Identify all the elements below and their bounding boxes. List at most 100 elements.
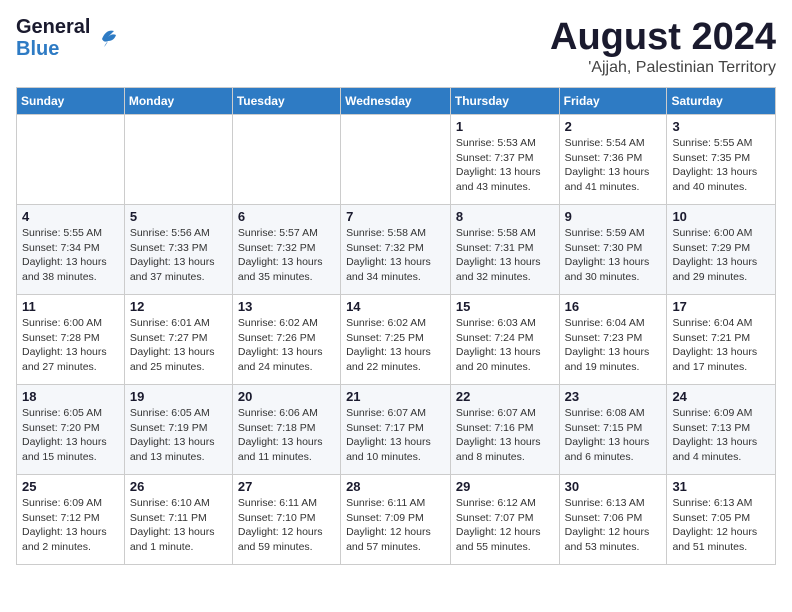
calendar-day-cell: 18 Sunrise: 6:05 AM Sunset: 7:20 PM Dayli… bbox=[17, 385, 125, 475]
day-number: 18 bbox=[22, 389, 119, 404]
calendar-day-cell: 7 Sunrise: 5:58 AM Sunset: 7:32 PM Daylig… bbox=[341, 205, 451, 295]
calendar-week-row: 25 Sunrise: 6:09 AM Sunset: 7:12 PM Dayli… bbox=[17, 475, 776, 565]
calendar-day-cell bbox=[341, 115, 451, 205]
day-number: 20 bbox=[238, 389, 335, 404]
day-detail: Sunrise: 6:03 AM Sunset: 7:24 PM Dayligh… bbox=[456, 316, 554, 375]
day-detail: Sunrise: 6:09 AM Sunset: 7:12 PM Dayligh… bbox=[22, 496, 119, 555]
day-detail: Sunrise: 5:58 AM Sunset: 7:32 PM Dayligh… bbox=[346, 226, 445, 285]
logo-bird-icon bbox=[94, 21, 124, 51]
calendar-day-cell: 20 Sunrise: 6:06 AM Sunset: 7:18 PM Dayli… bbox=[232, 385, 340, 475]
day-number: 23 bbox=[565, 389, 662, 404]
calendar-day-cell: 4 Sunrise: 5:55 AM Sunset: 7:34 PM Daylig… bbox=[17, 205, 125, 295]
weekday-header-row: SundayMondayTuesdayWednesdayThursdayFrid… bbox=[17, 88, 776, 115]
calendar-day-cell: 26Sunrise: 6:10 AM Sunset: 7:11 PM Dayli… bbox=[124, 475, 232, 565]
day-number: 2 bbox=[565, 119, 662, 134]
calendar-day-cell: 22 Sunrise: 6:07 AM Sunset: 7:16 PM Dayli… bbox=[450, 385, 559, 475]
day-detail: Sunrise: 6:07 AM Sunset: 7:16 PM Dayligh… bbox=[456, 406, 554, 465]
calendar-day-cell bbox=[232, 115, 340, 205]
day-detail: Sunrise: 6:13 AM Sunset: 7:05 PM Dayligh… bbox=[672, 496, 770, 555]
logo-general: General bbox=[16, 16, 90, 38]
day-detail: Sunrise: 6:08 AM Sunset: 7:15 PM Dayligh… bbox=[565, 406, 662, 465]
day-number: 25 bbox=[22, 479, 119, 494]
day-detail: Sunrise: 6:01 AM Sunset: 7:27 PM Dayligh… bbox=[130, 316, 227, 375]
calendar-day-cell bbox=[124, 115, 232, 205]
calendar-day-cell: 27Sunrise: 6:11 AM Sunset: 7:10 PM Dayli… bbox=[232, 475, 340, 565]
calendar-day-cell: 10 Sunrise: 6:00 AM Sunset: 7:29 PM Dayli… bbox=[667, 205, 776, 295]
calendar-week-row: 4 Sunrise: 5:55 AM Sunset: 7:34 PM Daylig… bbox=[17, 205, 776, 295]
day-detail: Sunrise: 6:07 AM Sunset: 7:17 PM Dayligh… bbox=[346, 406, 445, 465]
day-detail: Sunrise: 6:06 AM Sunset: 7:18 PM Dayligh… bbox=[238, 406, 335, 465]
location-subtitle: 'Ajjah, Palestinian Territory bbox=[550, 59, 776, 77]
day-number: 5 bbox=[130, 209, 227, 224]
day-number: 30 bbox=[565, 479, 662, 494]
day-number: 4 bbox=[22, 209, 119, 224]
day-number: 10 bbox=[672, 209, 770, 224]
day-number: 11 bbox=[22, 299, 119, 314]
weekday-header-cell: Friday bbox=[559, 88, 667, 115]
calendar-day-cell: 19 Sunrise: 6:05 AM Sunset: 7:19 PM Dayli… bbox=[124, 385, 232, 475]
calendar-day-cell: 21 Sunrise: 6:07 AM Sunset: 7:17 PM Dayli… bbox=[341, 385, 451, 475]
calendar-day-cell bbox=[17, 115, 125, 205]
calendar-table: SundayMondayTuesdayWednesdayThursdayFrid… bbox=[16, 87, 776, 565]
day-detail: Sunrise: 6:05 AM Sunset: 7:19 PM Dayligh… bbox=[130, 406, 227, 465]
day-detail: Sunrise: 6:00 AM Sunset: 7:28 PM Dayligh… bbox=[22, 316, 119, 375]
calendar-day-cell: 25 Sunrise: 6:09 AM Sunset: 7:12 PM Dayli… bbox=[17, 475, 125, 565]
logo: General Blue bbox=[16, 16, 124, 60]
day-detail: Sunrise: 6:05 AM Sunset: 7:20 PM Dayligh… bbox=[22, 406, 119, 465]
calendar-day-cell: 31 Sunrise: 6:13 AM Sunset: 7:05 PM Dayli… bbox=[667, 475, 776, 565]
day-detail: Sunrise: 6:04 AM Sunset: 7:23 PM Dayligh… bbox=[565, 316, 662, 375]
calendar-day-cell: 30 Sunrise: 6:13 AM Sunset: 7:06 PM Dayli… bbox=[559, 475, 667, 565]
day-number: 8 bbox=[456, 209, 554, 224]
calendar-day-cell: 1Sunrise: 5:53 AM Sunset: 7:37 PM Daylig… bbox=[450, 115, 559, 205]
calendar-day-cell: 14Sunrise: 6:02 AM Sunset: 7:25 PM Dayli… bbox=[341, 295, 451, 385]
calendar-day-cell: 3 Sunrise: 5:55 AM Sunset: 7:35 PM Daylig… bbox=[667, 115, 776, 205]
weekday-header-cell: Saturday bbox=[667, 88, 776, 115]
calendar-day-cell: 23 Sunrise: 6:08 AM Sunset: 7:15 PM Dayli… bbox=[559, 385, 667, 475]
day-number: 22 bbox=[456, 389, 554, 404]
calendar-day-cell: 17 Sunrise: 6:04 AM Sunset: 7:21 PM Dayli… bbox=[667, 295, 776, 385]
day-number: 15 bbox=[456, 299, 554, 314]
day-number: 31 bbox=[672, 479, 770, 494]
calendar-week-row: 1Sunrise: 5:53 AM Sunset: 7:37 PM Daylig… bbox=[17, 115, 776, 205]
day-detail: Sunrise: 5:55 AM Sunset: 7:34 PM Dayligh… bbox=[22, 226, 119, 285]
calendar-day-cell: 8 Sunrise: 5:58 AM Sunset: 7:31 PM Daylig… bbox=[450, 205, 559, 295]
day-detail: Sunrise: 5:59 AM Sunset: 7:30 PM Dayligh… bbox=[565, 226, 662, 285]
weekday-header-cell: Sunday bbox=[17, 88, 125, 115]
day-number: 3 bbox=[672, 119, 770, 134]
day-number: 6 bbox=[238, 209, 335, 224]
logo-blue: Blue bbox=[16, 38, 59, 60]
day-number: 13 bbox=[238, 299, 335, 314]
calendar-day-cell: 13Sunrise: 6:02 AM Sunset: 7:26 PM Dayli… bbox=[232, 295, 340, 385]
day-detail: Sunrise: 6:02 AM Sunset: 7:25 PM Dayligh… bbox=[346, 316, 445, 375]
day-detail: Sunrise: 5:58 AM Sunset: 7:31 PM Dayligh… bbox=[456, 226, 554, 285]
day-detail: Sunrise: 6:00 AM Sunset: 7:29 PM Dayligh… bbox=[672, 226, 770, 285]
day-number: 16 bbox=[565, 299, 662, 314]
day-detail: Sunrise: 5:55 AM Sunset: 7:35 PM Dayligh… bbox=[672, 136, 770, 195]
day-number: 12 bbox=[130, 299, 227, 314]
calendar-day-cell: 28 Sunrise: 6:11 AM Sunset: 7:09 PM Dayli… bbox=[341, 475, 451, 565]
calendar-week-row: 18 Sunrise: 6:05 AM Sunset: 7:20 PM Dayli… bbox=[17, 385, 776, 475]
calendar-day-cell: 9 Sunrise: 5:59 AM Sunset: 7:30 PM Daylig… bbox=[559, 205, 667, 295]
day-number: 7 bbox=[346, 209, 445, 224]
day-detail: Sunrise: 6:13 AM Sunset: 7:06 PM Dayligh… bbox=[565, 496, 662, 555]
calendar-body: 1Sunrise: 5:53 AM Sunset: 7:37 PM Daylig… bbox=[17, 115, 776, 565]
day-detail: Sunrise: 5:57 AM Sunset: 7:32 PM Dayligh… bbox=[238, 226, 335, 285]
day-number: 24 bbox=[672, 389, 770, 404]
day-number: 17 bbox=[672, 299, 770, 314]
calendar-day-cell: 15 Sunrise: 6:03 AM Sunset: 7:24 PM Dayli… bbox=[450, 295, 559, 385]
day-number: 28 bbox=[346, 479, 445, 494]
calendar-day-cell: 12 Sunrise: 6:01 AM Sunset: 7:27 PM Dayli… bbox=[124, 295, 232, 385]
day-detail: Sunrise: 6:11 AM Sunset: 7:09 PM Dayligh… bbox=[346, 496, 445, 555]
day-number: 19 bbox=[130, 389, 227, 404]
day-detail: Sunrise: 6:11 AM Sunset: 7:10 PM Dayligh… bbox=[238, 496, 335, 555]
day-number: 9 bbox=[565, 209, 662, 224]
calendar-week-row: 11 Sunrise: 6:00 AM Sunset: 7:28 PM Dayli… bbox=[17, 295, 776, 385]
day-number: 1 bbox=[456, 119, 554, 134]
title-block: August 2024 'Ajjah, Palestinian Territor… bbox=[550, 16, 776, 77]
day-detail: Sunrise: 6:09 AM Sunset: 7:13 PM Dayligh… bbox=[672, 406, 770, 465]
day-number: 26 bbox=[130, 479, 227, 494]
day-detail: Sunrise: 6:04 AM Sunset: 7:21 PM Dayligh… bbox=[672, 316, 770, 375]
calendar-day-cell: 6 Sunrise: 5:57 AM Sunset: 7:32 PM Daylig… bbox=[232, 205, 340, 295]
day-number: 21 bbox=[346, 389, 445, 404]
day-detail: Sunrise: 5:54 AM Sunset: 7:36 PM Dayligh… bbox=[565, 136, 662, 195]
